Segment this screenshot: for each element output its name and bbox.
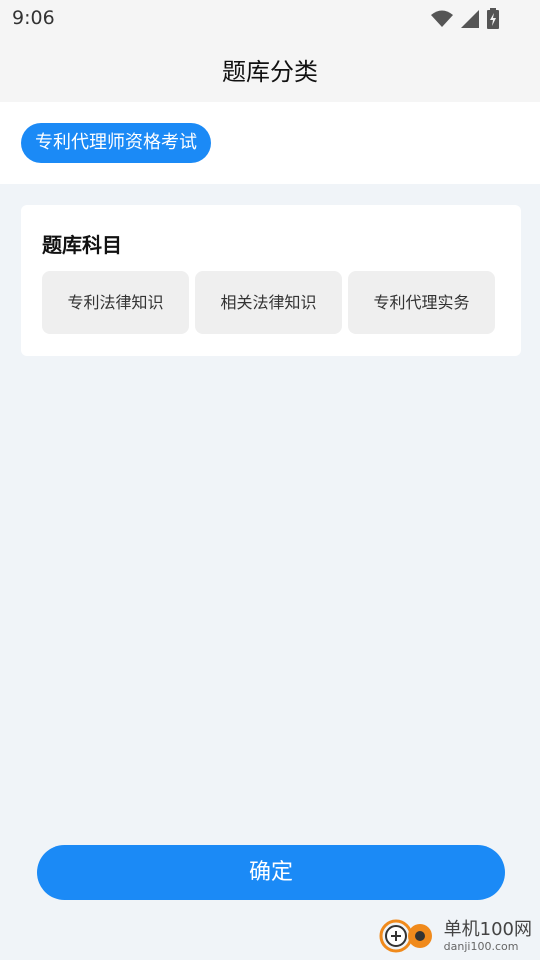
- wifi-icon: [431, 10, 453, 27]
- subject-section-title: 题库科目: [42, 233, 122, 257]
- confirm-button[interactable]: 确定: [37, 845, 505, 900]
- battery-charging-icon: [487, 8, 499, 29]
- subject-option[interactable]: 专利代理实务: [348, 271, 495, 334]
- category-pill-selected[interactable]: 专利代理师资格考试: [21, 123, 211, 163]
- subject-options: 专利法律知识 相关法律知识 专利代理实务: [42, 271, 495, 334]
- subject-option[interactable]: 相关法律知识: [195, 271, 342, 334]
- status-time: 9:06: [12, 7, 55, 29]
- status-icons: [430, 8, 500, 30]
- subject-option[interactable]: 专利法律知识: [42, 271, 189, 334]
- category-bar: 专利代理师资格考试: [0, 102, 540, 184]
- signal-icon: [461, 10, 479, 28]
- status-bar: 9:06: [0, 0, 540, 36]
- watermark: 单机100网 danji100.com: [378, 916, 532, 956]
- danji100-logo-icon: [379, 919, 432, 953]
- watermark-brand: 单机100网: [443, 918, 532, 940]
- header: 题库分类: [0, 36, 540, 102]
- subject-card: 题库科目 专利法律知识 相关法律知识 专利代理实务: [21, 205, 521, 356]
- page-title: 题库分类: [222, 58, 318, 86]
- watermark-text: 单机100网 danji100.com: [443, 918, 532, 953]
- watermark-url: danji100.com: [443, 939, 519, 953]
